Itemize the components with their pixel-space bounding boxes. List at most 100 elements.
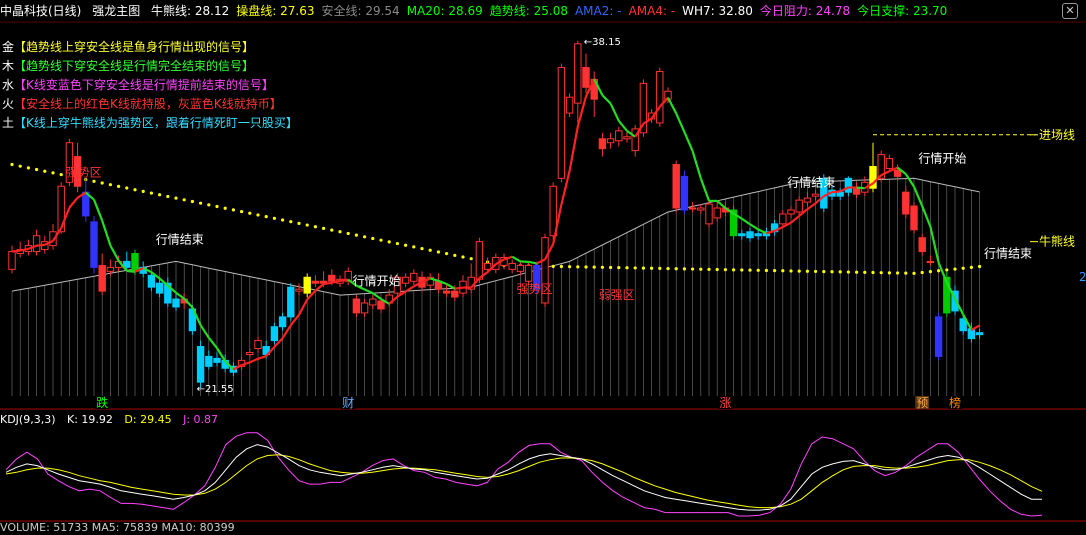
candle[interactable] [165, 277, 171, 307]
trend-segment [299, 299, 307, 314]
candle[interactable] [788, 206, 794, 218]
bull-bear-dot [396, 242, 399, 245]
candle[interactable] [427, 273, 433, 289]
signal-legend: 金【趋势线上穿安全线是鱼身行情出现的信号】木【趋势线下穿安全线是行情完全结束的信… [2, 38, 298, 133]
candle[interactable] [804, 192, 810, 206]
trend-segment [324, 283, 332, 284]
candle[interactable] [706, 200, 712, 228]
candle[interactable] [812, 190, 818, 200]
bull-bear-dot [806, 270, 809, 273]
candle[interactable] [255, 337, 261, 353]
high-price-label: ←38.15 [584, 37, 621, 48]
candle[interactable] [9, 246, 15, 274]
bull-bear-dot [125, 186, 128, 189]
header-item-4: 趋势线: 25.08 [490, 4, 568, 18]
bull-bear-dot [437, 250, 440, 253]
trend-segment [201, 325, 209, 338]
candle[interactable] [370, 295, 376, 309]
candle[interactable] [894, 164, 900, 180]
candle[interactable] [976, 329, 982, 339]
candle[interactable] [271, 323, 277, 345]
candle[interactable] [247, 349, 253, 359]
candle[interactable] [361, 299, 367, 317]
candle[interactable] [353, 295, 359, 317]
bull-bear-dot [666, 267, 669, 270]
bull-bear-dot [855, 271, 858, 274]
candle[interactable] [460, 275, 466, 297]
bull-bear-dot [830, 270, 833, 273]
bull-bear-dot [445, 252, 448, 255]
bull-bear-dot [412, 245, 415, 248]
candle[interactable] [583, 54, 589, 94]
candle[interactable] [681, 170, 687, 214]
candle[interactable] [575, 41, 581, 123]
header-item-2: 安全线: 29.54 [321, 4, 399, 18]
stock-title[interactable]: 中晶科技(日线) [0, 4, 81, 18]
candle[interactable] [599, 133, 605, 157]
candle[interactable] [443, 285, 449, 297]
candle[interactable] [739, 230, 745, 240]
bull-bear-dot [863, 271, 866, 274]
candle[interactable] [173, 293, 179, 311]
bull-bear-dot [92, 180, 95, 183]
bull-bear-dot [625, 266, 628, 269]
candle[interactable] [296, 283, 302, 295]
candle[interactable] [632, 125, 638, 157]
candle[interactable] [747, 228, 753, 242]
trend-segment [455, 288, 463, 289]
close-x-icon[interactable]: ✕ [1062, 3, 1078, 19]
indicator-name[interactable]: 强龙主图 [92, 4, 140, 18]
candle[interactable] [435, 273, 441, 293]
candle[interactable] [919, 234, 925, 256]
candle[interactable] [304, 273, 310, 297]
bull-bear-dot [962, 267, 965, 270]
chart-annotation: 弱强区 [599, 288, 635, 302]
legend-line-3: 火【安全线上的红色K线就持股，灰蓝色K线就持币】 [2, 95, 298, 114]
candle[interactable] [99, 254, 105, 296]
trend-segment [914, 187, 922, 206]
candle[interactable] [509, 259, 515, 273]
candle[interactable] [411, 269, 417, 285]
bull-bear-dot [429, 249, 432, 252]
candle[interactable] [911, 202, 917, 234]
bull-bear-dot [617, 266, 620, 269]
bull-bear-dot [921, 271, 924, 274]
candle[interactable] [845, 176, 851, 196]
bull-bear-dot [207, 203, 210, 206]
candle[interactable] [83, 178, 89, 222]
candle[interactable] [33, 230, 39, 256]
right-line-label: 牛熊线 [1039, 234, 1075, 249]
candle[interactable] [927, 256, 933, 266]
candle[interactable] [91, 216, 97, 273]
candle[interactable] [206, 350, 212, 369]
candle[interactable] [673, 161, 679, 212]
trend-segment [250, 359, 258, 363]
bull-bear-dot [10, 163, 13, 166]
chart-header: 中晶科技(日线) 强龙主图 牛熊线: 28.12操盘线: 27.63安全线: 2… [0, 0, 1086, 22]
bull-bear-dot [896, 271, 899, 274]
candle[interactable] [853, 182, 859, 198]
candle[interactable] [279, 313, 285, 331]
candle[interactable] [935, 313, 941, 360]
bull-bear-dot [658, 267, 661, 270]
candle[interactable] [657, 68, 663, 127]
candle[interactable] [566, 93, 572, 117]
candle[interactable] [903, 186, 909, 218]
candle[interactable] [402, 273, 408, 287]
trend-segment [176, 293, 184, 299]
candle[interactable] [312, 275, 318, 287]
candle[interactable] [714, 202, 720, 222]
candle[interactable] [197, 341, 203, 388]
candle[interactable] [607, 133, 613, 149]
bull-bear-dot [576, 265, 579, 268]
candle[interactable] [288, 283, 294, 321]
bull-bear-dot [470, 257, 473, 260]
candle[interactable] [616, 127, 622, 147]
candle[interactable] [771, 220, 777, 236]
candle[interactable] [214, 352, 220, 366]
bull-bear-dot [552, 265, 555, 268]
bull-bear-dot [183, 198, 186, 201]
candle[interactable] [558, 64, 564, 183]
trend-segment [619, 121, 627, 131]
candle[interactable] [591, 71, 597, 117]
